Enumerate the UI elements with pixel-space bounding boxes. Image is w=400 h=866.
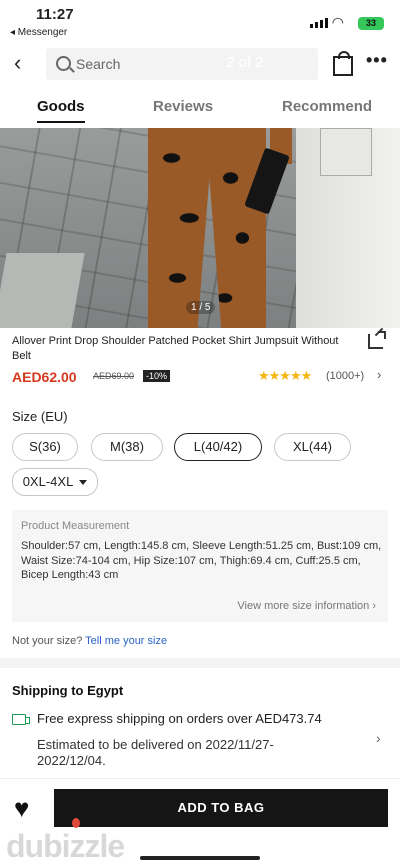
measurement-panel: Product Measurement Shoulder:57 cm, Leng… xyxy=(12,510,388,622)
search-input[interactable]: Search 2 of 2 xyxy=(46,48,318,80)
tab-recommend[interactable]: Recommend xyxy=(282,98,372,115)
tab-goods[interactable]: Goods xyxy=(37,98,85,123)
search-icon xyxy=(56,56,71,71)
dubizzle-logo-flame xyxy=(72,818,80,828)
back-to-messenger-link[interactable]: ◂ Messenger xyxy=(10,27,67,38)
free-shipping-text: Free express shipping on orders over AED… xyxy=(37,711,322,726)
plus-size-dropdown-label: 0XL-4XL xyxy=(22,474,74,489)
wifi-icon: ◠ xyxy=(331,14,344,30)
measurement-details: Shoulder:57 cm, Length:145.8 cm, Sleeve … xyxy=(21,540,382,581)
truck-icon xyxy=(12,714,30,725)
top-bar: ‹ Search 2 of 2 ••• xyxy=(0,46,400,84)
discount-badge: -10% xyxy=(143,370,171,382)
search-placeholder: Search xyxy=(76,56,121,72)
original-price: AED69.00 xyxy=(93,371,135,381)
size-option-l[interactable]: L(40/42) xyxy=(174,433,262,461)
dubizzle-watermark: dubizzle xyxy=(6,828,125,864)
size-help: Not your size? Tell me your size xyxy=(12,635,167,647)
more-options-icon[interactable]: ••• xyxy=(366,50,388,71)
shopping-bag-icon[interactable] xyxy=(333,51,353,76)
rating-stars[interactable]: ★★★★★ xyxy=(258,368,312,384)
back-arrow-icon[interactable]: ‹ xyxy=(14,52,21,74)
image-index-overlay: 2 of 2 xyxy=(226,54,264,71)
image-pager: 1 / 5 xyxy=(186,301,216,314)
add-to-bag-button[interactable]: ADD TO BAG xyxy=(54,789,388,827)
wishlist-heart-icon[interactable]: ♥ xyxy=(14,795,29,821)
share-icon[interactable] xyxy=(368,331,386,349)
tab-reviews[interactable]: Reviews xyxy=(153,98,213,115)
view-more-size-link[interactable]: View more size information › xyxy=(237,600,376,612)
battery-icon: 33 xyxy=(358,17,384,30)
tab-bar: Goods Reviews Recommend xyxy=(0,92,400,128)
chevron-right-icon[interactable]: › xyxy=(376,730,381,746)
sale-price: AED62.00 xyxy=(12,369,77,385)
caret-down-icon xyxy=(79,480,88,486)
plus-size-dropdown[interactable]: 0XL-4XL xyxy=(12,468,98,496)
measurement-title: Product Measurement xyxy=(21,520,130,532)
product-title: Allover Print Drop Shoulder Patched Pock… xyxy=(12,335,339,362)
status-time: 11:27 xyxy=(36,6,74,23)
status-bar: 11:27 ◂ Messenger ◠ 33 xyxy=(0,0,400,44)
size-help-text: Not your size? xyxy=(12,635,83,647)
size-label: Size (EU) xyxy=(12,409,68,424)
section-divider xyxy=(0,658,400,668)
product-image[interactable]: 1 / 5 xyxy=(0,128,400,328)
size-option-s[interactable]: S(36) xyxy=(12,433,78,461)
tell-me-size-link[interactable]: Tell me your size xyxy=(85,635,167,647)
delivery-estimate: Estimated to be delivered on 2022/11/27-… xyxy=(37,737,274,768)
chevron-right-icon: › xyxy=(372,600,376,612)
shipping-title: Shipping to Egypt xyxy=(12,683,124,698)
view-more-size-label: View more size information xyxy=(237,600,370,612)
chevron-right-icon[interactable]: › xyxy=(377,367,381,382)
rating-count[interactable]: (1000+) xyxy=(326,370,364,382)
size-option-xl[interactable]: XL(44) xyxy=(274,433,351,461)
home-indicator xyxy=(140,856,260,860)
signal-icon xyxy=(310,18,328,28)
size-option-m[interactable]: M(38) xyxy=(91,433,163,461)
